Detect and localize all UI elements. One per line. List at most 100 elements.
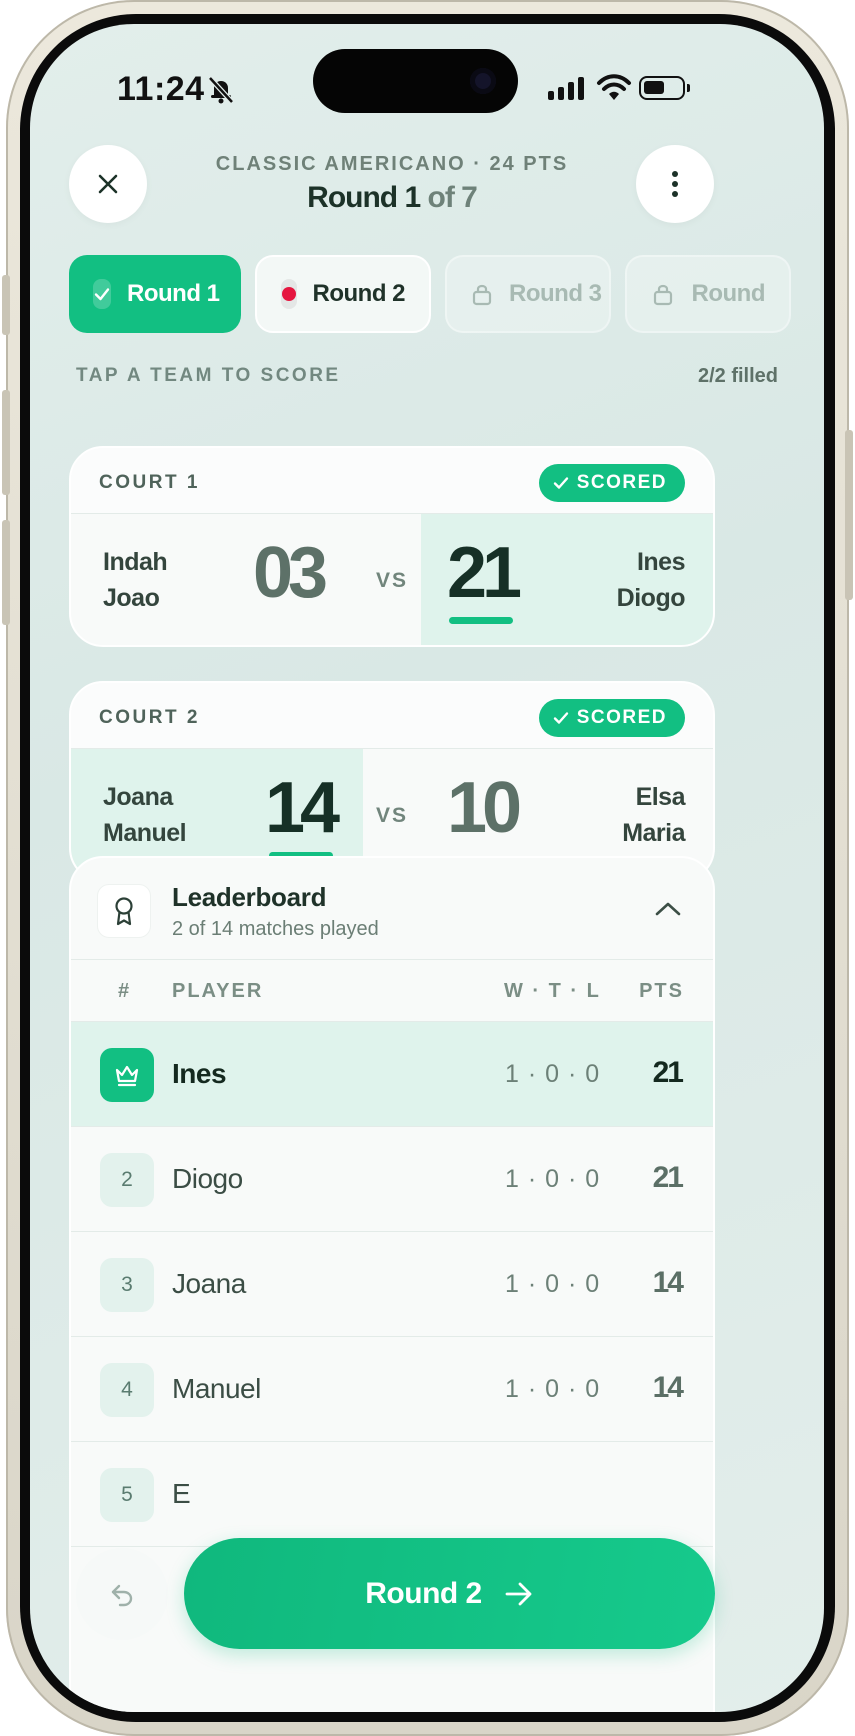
volume-down-button	[2, 520, 10, 625]
team-a-players: Indah Joao	[103, 544, 168, 616]
lock-icon	[651, 279, 676, 309]
tab-round-3[interactable]: Round 3	[445, 255, 611, 333]
team-a-players: Joana Manuel	[103, 779, 187, 851]
phone-frame: 11:24 CLASSIC AMERICANO · 24 PTS Round 1…	[2, 0, 853, 1736]
leaderboard-row[interactable]: 2 Diogo 1 · 0 · 0 21	[71, 1127, 713, 1232]
collapse-button[interactable]	[651, 894, 685, 924]
arrow-right-icon	[505, 1582, 532, 1605]
winner-underline	[449, 617, 513, 624]
team-a-area[interactable]: Indah Joao 03	[71, 514, 421, 645]
undo-icon	[111, 1584, 133, 1607]
wifi-icon	[597, 74, 631, 100]
col-rank: #	[118, 980, 132, 1002]
crown-icon	[100, 1048, 154, 1102]
player-points: 14	[652, 1371, 684, 1404]
badge-label: SCORED	[576, 707, 667, 728]
check-icon	[553, 712, 568, 724]
tab-label: Round 3	[509, 280, 602, 307]
leaderboard-subtitle: 2 of 14 matches played	[172, 918, 379, 940]
power-button	[845, 430, 853, 600]
col-player: PLAYER	[172, 980, 264, 1002]
status-time: 11:24	[117, 70, 205, 108]
close-button[interactable]	[69, 145, 147, 223]
lock-icon	[471, 279, 493, 309]
title-total: of 7	[420, 181, 477, 214]
tab-label: Round 2	[312, 280, 406, 307]
player-points: 21	[652, 1161, 684, 1194]
team-b-players: Elsa Maria	[622, 779, 685, 851]
player-name: Manuel	[103, 819, 187, 847]
header-subtitle: CLASSIC AMERICANO · 24 PTS	[215, 153, 569, 175]
rank-badge: 2	[100, 1153, 154, 1207]
col-wtl: W · T · L	[504, 980, 601, 1002]
court-card-1: COURT 1 SCORED Indah Joao 03 VS 21 Ines …	[69, 446, 715, 647]
tab-label: Round 1	[127, 280, 220, 307]
player-name: Maria	[622, 819, 685, 847]
player-name: Manuel	[172, 1373, 261, 1404]
status-badge: SCORED	[538, 699, 685, 737]
title-round: Round 1	[307, 181, 421, 214]
tab-round-4[interactable]: Round	[625, 255, 791, 333]
team-b-area[interactable]: 21 Ines Diogo	[421, 514, 713, 645]
round-tabs: Round 1 Round 2 Round 3 Round	[69, 255, 791, 333]
more-button[interactable]	[636, 145, 714, 223]
player-name: E	[172, 1478, 191, 1509]
team-b-score: 10	[447, 768, 522, 848]
signal-icon	[548, 76, 584, 100]
rank-badge: 5	[100, 1468, 154, 1522]
screen: 11:24 CLASSIC AMERICANO · 24 PTS Round 1…	[30, 24, 824, 1712]
leaderboard-header[interactable]: Leaderboard 2 of 14 matches played	[71, 858, 713, 960]
tab-round-2[interactable]: Round 2	[255, 255, 431, 333]
leaderboard-row[interactable]: 4 Manuel 1 · 0 · 0 14	[71, 1337, 713, 1442]
court-score-row: Indah Joao 03 VS 21 Ines Diogo	[71, 514, 713, 645]
award-icon	[97, 884, 151, 938]
court-card-2: COURT 2 SCORED Joana Manuel 14 VS 10 Els…	[69, 681, 715, 882]
leaderboard-row[interactable]: Ines 1 · 0 · 0 21	[71, 1022, 713, 1127]
col-pts: PTS	[639, 980, 684, 1002]
player-wtl: 1 · 0 · 0	[505, 1375, 601, 1403]
player-points: 21	[652, 1056, 684, 1089]
tab-round-1[interactable]: Round 1	[69, 255, 241, 333]
player-name: Elsa	[635, 783, 686, 811]
badge-label: SCORED	[576, 472, 667, 493]
court-label: COURT 2	[99, 707, 200, 728]
player-name: Ines	[636, 548, 686, 576]
section-label: TAP A TEAM TO SCORE	[76, 365, 341, 386]
volume-up-button	[2, 390, 10, 495]
tab-label: Round	[691, 280, 766, 307]
more-vertical-icon	[672, 171, 678, 197]
page-title: Round 1 of 7	[180, 181, 604, 215]
team-a-score: 03	[253, 533, 328, 613]
vs-label: VS	[376, 569, 409, 592]
leaderboard-title: Leaderboard	[172, 882, 327, 912]
player-name: Joao	[103, 584, 160, 612]
rank-badge: 3	[100, 1258, 154, 1312]
cta-label: Round 2	[365, 1576, 482, 1610]
camera-icon	[470, 68, 496, 94]
team-a-score: 14	[265, 768, 340, 848]
leaderboard-columns: # PLAYER W · T · L PTS	[71, 960, 713, 1022]
leaderboard-row[interactable]: 3 Joana 1 · 0 · 0 14	[71, 1232, 713, 1337]
next-round-button[interactable]: Round 2	[184, 1538, 715, 1649]
check-icon	[93, 279, 111, 309]
player-points: 14	[652, 1266, 684, 1299]
undo-button[interactable]	[76, 1548, 168, 1640]
court-header: COURT 1 SCORED	[71, 448, 713, 514]
close-icon	[98, 174, 118, 194]
player-wtl: 1 · 0 · 0	[505, 1270, 601, 1298]
action-button	[2, 275, 10, 335]
team-b-players: Ines Diogo	[616, 544, 686, 616]
rank-badge: 4	[100, 1363, 154, 1417]
player-name: Diogo	[616, 584, 686, 612]
court-header: COURT 2 SCORED	[71, 683, 713, 749]
player-name: Joana	[103, 783, 173, 811]
team-b-score: 21	[447, 533, 522, 613]
leaderboard-row[interactable]: 5 E	[71, 1442, 713, 1547]
battery-icon	[639, 76, 690, 100]
player-name: Indah	[103, 548, 168, 576]
player-wtl: 1 · 0 · 0	[505, 1165, 601, 1193]
chevron-up-icon	[655, 902, 681, 916]
check-icon	[553, 477, 568, 489]
court-label: COURT 1	[99, 472, 200, 493]
bell-slash-icon	[208, 76, 234, 104]
